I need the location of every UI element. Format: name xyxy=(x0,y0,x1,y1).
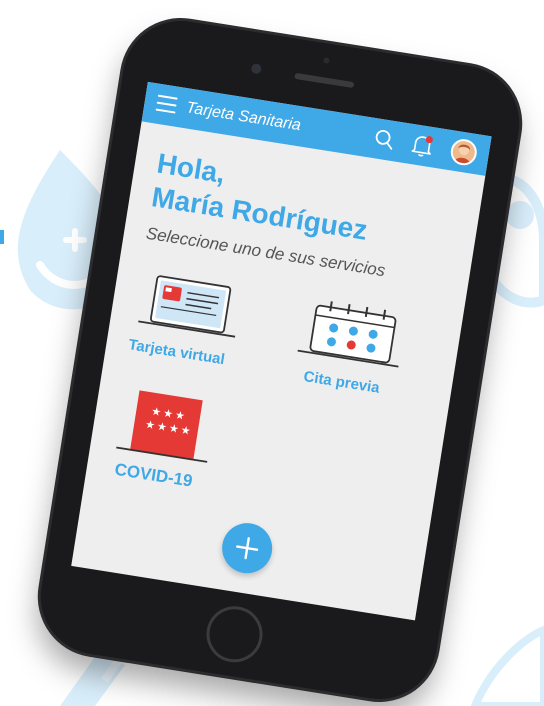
pill-icon xyxy=(470,625,544,706)
service-tarjeta-virtual[interactable]: Tarjeta virtual xyxy=(114,262,260,391)
stage: Tarjeta Sanitaria Hola, María Rodríguez … xyxy=(0,0,544,706)
user-avatar[interactable] xyxy=(448,137,479,168)
avatar-portrait-icon xyxy=(451,139,477,165)
health-card-icon xyxy=(138,275,236,338)
bell-icon[interactable] xyxy=(410,132,435,159)
edge-mark xyxy=(0,230,4,244)
add-service-button[interactable] xyxy=(218,519,276,577)
service-covid-19[interactable]: ★ ★ ★ ★ ★ ★ ★ COVID-19 xyxy=(96,380,242,509)
notification-dot xyxy=(425,136,433,144)
hamburger-menu-icon[interactable] xyxy=(155,94,178,116)
service-cita-previa[interactable]: Cita previa xyxy=(272,287,427,418)
calendar-icon xyxy=(297,301,399,368)
plus-icon xyxy=(236,537,259,560)
search-icon[interactable] xyxy=(372,127,397,152)
app-title: Tarjeta Sanitaria xyxy=(184,99,303,135)
